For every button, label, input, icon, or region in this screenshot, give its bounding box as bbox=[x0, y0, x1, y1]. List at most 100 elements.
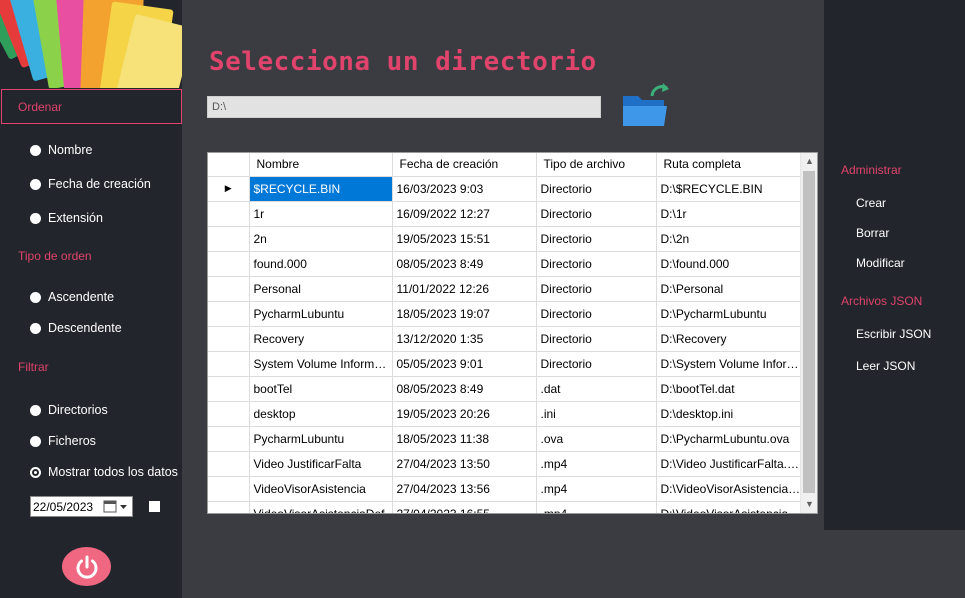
cell-nombre[interactable]: VideoVisorAsistenciaDef bbox=[249, 501, 393, 513]
cell-tipo[interactable]: .ova bbox=[536, 426, 657, 452]
radio-filter-directorios[interactable]: Directorios bbox=[30, 402, 108, 418]
radio-filter-todos[interactable]: Mostrar todos los datos bbox=[30, 464, 178, 480]
row-header-cell[interactable] bbox=[208, 451, 250, 477]
cell-fecha[interactable]: 19/05/2023 15:51 bbox=[392, 226, 537, 252]
date-picker[interactable]: 22/05/2023 bbox=[30, 496, 133, 517]
row-header-cell[interactable] bbox=[208, 476, 250, 502]
radio-sort-nombre[interactable]: Nombre bbox=[30, 142, 92, 158]
row-header-cell[interactable] bbox=[208, 351, 250, 377]
cell-nombre[interactable]: Recovery bbox=[249, 326, 393, 352]
radio-sort-fecha[interactable]: Fecha de creación bbox=[30, 176, 151, 192]
cell-tipo[interactable]: .mp4 bbox=[536, 476, 657, 502]
table-row[interactable]: PycharmLubuntu 18/05/2023 11:38 .ova D:\Pyc… bbox=[208, 426, 802, 452]
scroll-up-icon[interactable]: ▲ bbox=[801, 153, 817, 170]
row-header-cell[interactable] bbox=[208, 301, 250, 327]
cell-tipo[interactable]: .mp4 bbox=[536, 451, 657, 477]
cell-tipo[interactable]: Directorio bbox=[536, 226, 657, 252]
col-header-fecha[interactable]: Fecha de creación bbox=[392, 153, 537, 177]
cell-fecha[interactable]: 08/05/2023 8:49 bbox=[392, 251, 537, 277]
table-row[interactable]: VideoVisorAsistenciaDef 27/04/2023 16:55.… bbox=[208, 501, 802, 513]
radio-sort-extension[interactable]: Extensión bbox=[30, 210, 103, 226]
crear-button[interactable]: Crear bbox=[856, 196, 886, 210]
cell-fecha[interactable]: 05/05/2023 9:01 bbox=[392, 351, 537, 377]
cell-tipo[interactable]: .dat bbox=[536, 376, 657, 402]
cell-nombre[interactable]: $RECYCLE.BIN bbox=[249, 176, 393, 202]
cell-ruta[interactable]: D:\2n bbox=[656, 226, 802, 252]
radio-filter-ficheros[interactable]: Ficheros bbox=[30, 433, 96, 449]
row-header-cell[interactable] bbox=[208, 201, 250, 227]
cell-ruta[interactable]: D:\PycharmLubuntu bbox=[656, 301, 802, 327]
cell-ruta[interactable]: D:\$RECYCLE.BIN bbox=[656, 176, 802, 202]
table-row[interactable]: found.000 08/05/2023 8:49 Directorio D:\fou… bbox=[208, 251, 802, 277]
cell-ruta[interactable]: D:\System Volume Information bbox=[656, 351, 802, 377]
cell-fecha[interactable]: 27/04/2023 13:50 bbox=[392, 451, 537, 477]
cell-fecha[interactable]: 16/03/2023 9:03 bbox=[392, 176, 537, 202]
cell-tipo[interactable]: .ini bbox=[536, 401, 657, 427]
cell-fecha[interactable]: 27/04/2023 13:56 bbox=[392, 476, 537, 502]
cell-ruta[interactable]: D:\bootTel.dat bbox=[656, 376, 802, 402]
cell-nombre[interactable]: found.000 bbox=[249, 251, 393, 277]
cell-tipo[interactable]: Directorio bbox=[536, 326, 657, 352]
table-row[interactable]: bootTel 08/05/2023 8:49 .dat D:\bootTel.dat bbox=[208, 376, 802, 402]
cell-tipo[interactable]: Directorio bbox=[536, 301, 657, 327]
cell-ruta[interactable]: D:\1r bbox=[656, 201, 802, 227]
cell-ruta[interactable]: D:\found.000 bbox=[656, 251, 802, 277]
modificar-button[interactable]: Modificar bbox=[856, 256, 905, 270]
row-header-cell[interactable] bbox=[208, 226, 250, 252]
vertical-scrollbar[interactable]: ▲ ▼ bbox=[800, 153, 817, 513]
open-folder-button[interactable] bbox=[620, 82, 672, 128]
row-header-cell[interactable] bbox=[208, 376, 250, 402]
calendar-icon[interactable] bbox=[103, 499, 129, 514]
table-row[interactable]: ▶ $RECYCLE.BIN 16/03/2023 9:03 Directorio D:… bbox=[208, 176, 802, 202]
table-row[interactable]: Video JustificarFalta 27/04/2023 13:50 .mp… bbox=[208, 451, 802, 477]
escribir-json-button[interactable]: Escribir JSON bbox=[856, 327, 931, 341]
cell-fecha[interactable]: 18/05/2023 11:38 bbox=[392, 426, 537, 452]
row-header-cell[interactable] bbox=[208, 426, 250, 452]
files-grid[interactable]: Nombre Fecha de creación Tipo de archivo… bbox=[207, 152, 818, 514]
cell-ruta[interactable]: D:\Recovery bbox=[656, 326, 802, 352]
col-header-ruta[interactable]: Ruta completa bbox=[656, 153, 802, 177]
table-row[interactable]: 1r 16/09/2022 12:27 Directorio D:\1r bbox=[208, 201, 802, 227]
cell-nombre[interactable]: desktop bbox=[249, 401, 393, 427]
radio-order-descendente[interactable]: Descendente bbox=[30, 320, 122, 336]
col-header-tipo[interactable]: Tipo de archivo bbox=[536, 153, 657, 177]
date-filter-checkbox[interactable] bbox=[149, 501, 160, 512]
radio-order-ascendente[interactable]: Ascendente bbox=[30, 289, 114, 305]
cell-nombre[interactable]: PycharmLubuntu bbox=[249, 426, 393, 452]
cell-tipo[interactable]: Directorio bbox=[536, 201, 657, 227]
directory-path-input[interactable]: D:\ bbox=[207, 96, 601, 118]
cell-fecha[interactable]: 16/09/2022 12:27 bbox=[392, 201, 537, 227]
cell-fecha[interactable]: 18/05/2023 19:07 bbox=[392, 301, 537, 327]
cell-nombre[interactable]: Video JustificarFalta bbox=[249, 451, 393, 477]
cell-nombre[interactable]: Personal bbox=[249, 276, 393, 302]
cell-tipo[interactable]: .mp4 bbox=[536, 501, 657, 513]
table-row[interactable]: desktop 19/05/2023 20:26 .ini D:\desktop.in… bbox=[208, 401, 802, 427]
cell-ruta[interactable]: D:\Video JustificarFalta.mp4 bbox=[656, 451, 802, 477]
row-header-cell[interactable] bbox=[208, 276, 250, 302]
cell-fecha[interactable]: 08/05/2023 8:49 bbox=[392, 376, 537, 402]
cell-ruta[interactable]: D:\VideoVisorAsistencia.mp4 bbox=[656, 476, 802, 502]
row-pointer-icon[interactable]: ▶ bbox=[208, 176, 250, 202]
scroll-down-icon[interactable]: ▼ bbox=[801, 496, 817, 513]
table-row[interactable]: PycharmLubuntu 18/05/2023 19:07 Directorio… bbox=[208, 301, 802, 327]
cell-tipo[interactable]: Directorio bbox=[536, 351, 657, 377]
cell-fecha[interactable]: 13/12/2020 1:35 bbox=[392, 326, 537, 352]
row-header-cell[interactable] bbox=[208, 401, 250, 427]
cell-fecha[interactable]: 11/01/2022 12:26 bbox=[392, 276, 537, 302]
borrar-button[interactable]: Borrar bbox=[856, 226, 889, 240]
row-header-cell[interactable] bbox=[208, 251, 250, 277]
row-header-cell[interactable] bbox=[208, 326, 250, 352]
cell-nombre[interactable]: 2n bbox=[249, 226, 393, 252]
cell-nombre[interactable]: VideoVisorAsistencia bbox=[249, 476, 393, 502]
cell-tipo[interactable]: Directorio bbox=[536, 251, 657, 277]
cell-tipo[interactable]: Directorio bbox=[536, 176, 657, 202]
table-row[interactable]: Recovery 13/12/2020 1:35 Directorio D:\Reco… bbox=[208, 326, 802, 352]
scroll-thumb[interactable] bbox=[803, 171, 815, 493]
cell-ruta[interactable]: D:\PycharmLubuntu.ova bbox=[656, 426, 802, 452]
cell-ruta[interactable]: D:\VideoVisorAsistenciaDef.mp4 bbox=[656, 501, 802, 513]
cell-nombre[interactable]: bootTel bbox=[249, 376, 393, 402]
cell-nombre[interactable]: PycharmLubuntu bbox=[249, 301, 393, 327]
leer-json-button[interactable]: Leer JSON bbox=[856, 359, 915, 373]
cell-nombre[interactable]: System Volume Information bbox=[249, 351, 393, 377]
cell-tipo[interactable]: Directorio bbox=[536, 276, 657, 302]
